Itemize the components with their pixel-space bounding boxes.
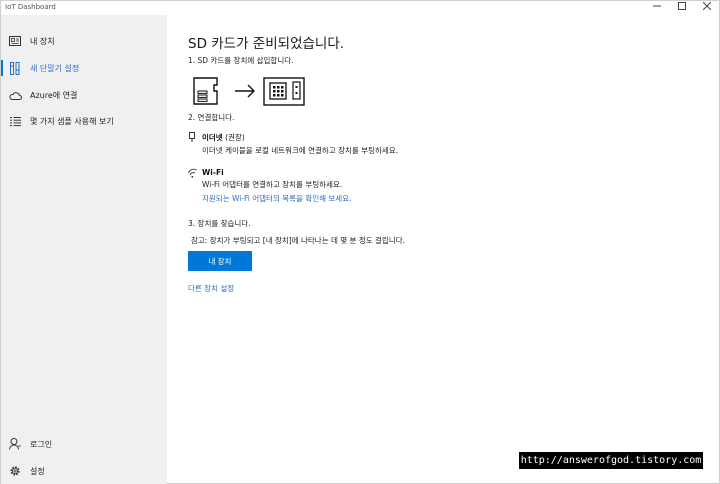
gear-icon — [8, 464, 22, 478]
step-2-text: 2. 연결합니다. — [188, 113, 235, 122]
step-1-text: 1. SD 카드를 장치에 삽입합니다. — [188, 56, 294, 65]
device-icon — [8, 34, 22, 48]
minimize-icon — [653, 5, 661, 7]
sidebar-item-label: Azure에 연결 — [30, 90, 78, 100]
sidebar-item-sign-in[interactable]: 로그인 — [1, 433, 167, 455]
minimize-button[interactable] — [647, 2, 667, 14]
setup-icon — [8, 61, 22, 75]
sd-card-icon — [193, 77, 218, 105]
wifi-icon — [188, 168, 197, 178]
active-indicator — [1, 60, 3, 76]
sidebar-item-label: 몇 가지 샘플 사용해 보기 — [30, 116, 114, 126]
step-3-text: 3. 장치를 찾습니다. — [188, 219, 251, 228]
cloud-icon — [8, 88, 22, 102]
page-title: SD 카드가 준비되었습니다. — [188, 36, 345, 52]
sidebar-item-new-device-setup[interactable]: 새 단말기 설정 — [1, 57, 167, 79]
my-devices-button[interactable]: 내 장치 — [188, 251, 252, 271]
other-device-setup-link[interactable]: 다른 장치 설정 — [188, 283, 234, 294]
sd-card-insert-graphic — [193, 77, 305, 106]
sidebar-item-my-devices[interactable]: 내 장치 — [1, 30, 167, 52]
maximize-button[interactable] — [672, 2, 692, 14]
ethernet-label: 이더넷 — [202, 133, 223, 142]
wifi-title: Wi-Fi — [202, 168, 224, 177]
wifi-adapters-link[interactable]: 지원되는 Wi-Fi 어댑터의 목록을 확인해 보세요. — [202, 193, 352, 204]
sidebar-item-label: 설정 — [30, 466, 45, 476]
sidebar-item-label: 로그인 — [30, 439, 53, 449]
ethernet-recommended-note: (권장) — [225, 133, 245, 142]
title-bar: IoT Dashboard — [1, 1, 719, 15]
ethernet-description: 이더넷 케이블을 로컬 네트워크에 연결하고 장치를 부팅하세요. — [202, 146, 399, 155]
sidebar-item-samples[interactable]: 몇 가지 샘플 사용해 보기 — [1, 110, 167, 132]
sidebar: 내 장치 새 단말기 설정 Azure에 연결 몇 가지 샘플 사용해 보기 로… — [1, 15, 167, 484]
close-icon — [702, 1, 712, 11]
boot-time-note: 참고: 장치가 부팅되고 [내 장치]에 나타나는 데 몇 분 정도 걸립니다. — [191, 236, 406, 245]
watermark: http://answerofgod.tistory.com — [519, 452, 703, 469]
close-button[interactable] — [697, 1, 717, 14]
sidebar-item-label: 새 단말기 설정 — [30, 63, 80, 73]
app-window: IoT Dashboard 내 장치 새 단말기 설정 Azure에 연결 몇 … — [0, 0, 720, 484]
ethernet-title: 이더넷 (권장) — [202, 132, 245, 143]
wifi-description: Wi-Fi 어댑터를 연결하고 장치를 부팅하세요. — [202, 180, 343, 189]
main-content: SD 카드가 준비되었습니다. 1. SD 카드를 장치에 삽입합니다. 2. … — [167, 15, 720, 484]
device-board-icon — [263, 77, 305, 106]
sidebar-item-azure[interactable]: Azure에 연결 — [1, 84, 167, 106]
sidebar-item-settings[interactable]: 설정 — [1, 460, 167, 482]
wifi-label: Wi-Fi — [202, 168, 224, 177]
ethernet-icon — [189, 132, 195, 142]
maximize-icon — [678, 2, 686, 10]
arrow-right-icon — [235, 84, 255, 98]
samples-list-icon — [8, 114, 22, 128]
sidebar-item-label: 내 장치 — [30, 36, 55, 46]
window-title: IoT Dashboard — [5, 3, 56, 11]
person-icon — [8, 437, 22, 451]
